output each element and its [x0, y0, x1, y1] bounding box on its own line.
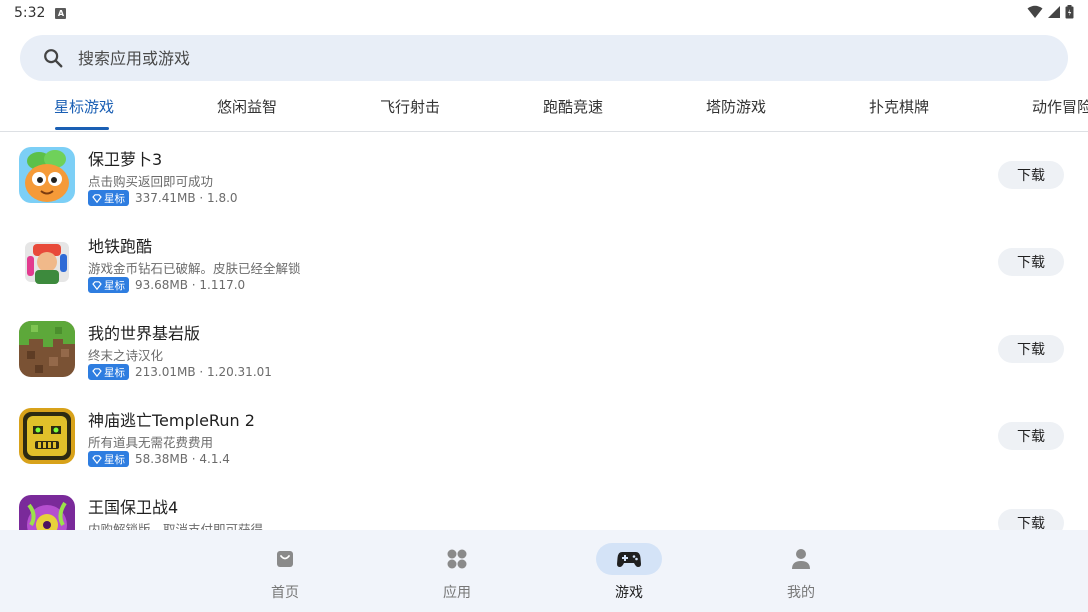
- temple-run-app-icon: [19, 408, 75, 464]
- nav-label: 应用: [443, 585, 471, 601]
- tab-tower-defense[interactable]: 塔防游戏: [706, 96, 766, 117]
- badge-label: 星标: [104, 279, 125, 292]
- apps-grid-icon: [447, 549, 467, 569]
- nav-games[interactable]: 游戏: [596, 543, 662, 603]
- diamond-icon: [92, 454, 102, 464]
- app-meta: 星标 93.68MB · 1.117.0: [88, 277, 245, 293]
- tab-starred-games[interactable]: 星标游戏: [54, 96, 114, 117]
- list-item[interactable]: 神庙逃亡TempleRun 2 所有道具无需花费费用 星标 58.38MB · …: [0, 394, 1088, 481]
- list-item[interactable]: 王国保卫战4 内购解锁版，取消支付即可获得 下载: [0, 481, 1088, 530]
- app-size-version: 58.38MB · 4.1.4: [135, 452, 230, 466]
- app-size-version: 93.68MB · 1.117.0: [135, 278, 246, 292]
- search-bar[interactable]: [20, 35, 1068, 81]
- tab-poker-chess[interactable]: 扑克棋牌: [869, 96, 929, 117]
- wifi-icon: [1027, 5, 1043, 18]
- app-name: 我的世界基岩版: [88, 324, 201, 343]
- notification-a-icon: A: [55, 7, 67, 19]
- tab-parkour-racing[interactable]: 跑酷竞速: [543, 96, 603, 117]
- search-icon: [44, 49, 63, 68]
- starred-badge: 星标: [88, 277, 129, 293]
- tab-active-indicator: [55, 127, 109, 130]
- carrot-defense-app-icon: [19, 147, 75, 203]
- home-bag-icon: [277, 551, 293, 567]
- nav-mine[interactable]: 我的: [768, 543, 834, 603]
- nav-label: 游戏: [615, 585, 643, 601]
- starred-badge: 星标: [88, 190, 129, 206]
- tab-action-adventure[interactable]: 动作冒险: [1032, 96, 1088, 117]
- nav-icon-container: [424, 543, 490, 575]
- app-meta: 星标 213.01MB · 1.20.31.01: [88, 364, 272, 380]
- cell-signal-icon: [1048, 6, 1060, 18]
- bottom-navigation: 首页 应用 游戏 我的: [0, 530, 1088, 612]
- app-name: 地铁跑酷: [88, 237, 153, 256]
- list-item[interactable]: 保卫萝卜3 点击购买返回即可成功 星标 337.41MB · 1.8.0 下载: [0, 133, 1088, 220]
- app-list: 保卫萝卜3 点击购买返回即可成功 星标 337.41MB · 1.8.0 下载 …: [0, 133, 1088, 530]
- download-button[interactable]: 下载: [998, 248, 1064, 276]
- nav-home[interactable]: 首页: [252, 543, 318, 603]
- person-icon: [792, 549, 810, 569]
- gamepad-icon: [617, 552, 641, 567]
- subway-surfers-app-icon: [19, 234, 75, 290]
- app-name: 神庙逃亡TempleRun 2: [88, 411, 255, 430]
- list-item[interactable]: 我的世界基岩版 终末之诗汉化 星标 213.01MB · 1.20.31.01 …: [0, 307, 1088, 394]
- badge-label: 星标: [104, 453, 125, 466]
- search-input[interactable]: [78, 48, 978, 68]
- diamond-icon: [92, 193, 102, 203]
- app-name: 保卫萝卜3: [88, 150, 163, 169]
- diamond-icon: [92, 280, 102, 290]
- status-icons: [1027, 5, 1074, 19]
- battery-icon: [1065, 5, 1074, 19]
- nav-icon-container: [596, 543, 662, 575]
- tab-casual-puzzle[interactable]: 悠闲益智: [217, 96, 277, 117]
- app-meta: 星标 337.41MB · 1.8.0: [88, 190, 238, 206]
- kingdom-rush-app-icon: [19, 495, 75, 530]
- download-button[interactable]: 下载: [998, 335, 1064, 363]
- nav-label: 我的: [787, 585, 815, 601]
- nav-icon-container: [768, 543, 834, 575]
- nav-icon-container: [252, 543, 318, 575]
- tab-flight-shooting[interactable]: 飞行射击: [380, 96, 440, 117]
- app-meta: 星标 58.38MB · 4.1.4: [88, 451, 230, 467]
- minecraft-app-icon: [19, 321, 75, 377]
- app-description: 终末之诗汉化: [88, 348, 164, 363]
- status-bar: 5:32 A: [0, 0, 1088, 26]
- app-description: 所有道具无需花费费用: [88, 435, 214, 450]
- starred-badge: 星标: [88, 364, 129, 380]
- starred-badge: 星标: [88, 451, 129, 467]
- app-size-version: 213.01MB · 1.20.31.01: [135, 365, 272, 379]
- nav-apps[interactable]: 应用: [424, 543, 490, 603]
- download-button[interactable]: 下载: [998, 161, 1064, 189]
- list-item[interactable]: 地铁跑酷 游戏金币钻石已破解。皮肤已经全解锁 星标 93.68MB · 1.11…: [0, 220, 1088, 307]
- status-time: 5:32: [14, 5, 46, 21]
- app-name: 王国保卫战4: [88, 498, 179, 517]
- download-button[interactable]: 下载: [998, 509, 1064, 530]
- app-size-version: 337.41MB · 1.8.0: [135, 191, 238, 205]
- download-button[interactable]: 下载: [998, 422, 1064, 450]
- diamond-icon: [92, 367, 102, 377]
- badge-label: 星标: [104, 366, 125, 379]
- app-description: 内购解锁版，取消支付即可获得: [88, 522, 264, 530]
- app-description: 点击购买返回即可成功: [88, 174, 214, 189]
- category-tabs: 星标游戏 悠闲益智 飞行射击 跑酷竞速 塔防游戏 扑克棋牌 动作冒险: [0, 86, 1088, 132]
- nav-label: 首页: [271, 585, 299, 601]
- badge-label: 星标: [104, 192, 125, 205]
- app-description: 游戏金币钻石已破解。皮肤已经全解锁: [88, 261, 301, 276]
